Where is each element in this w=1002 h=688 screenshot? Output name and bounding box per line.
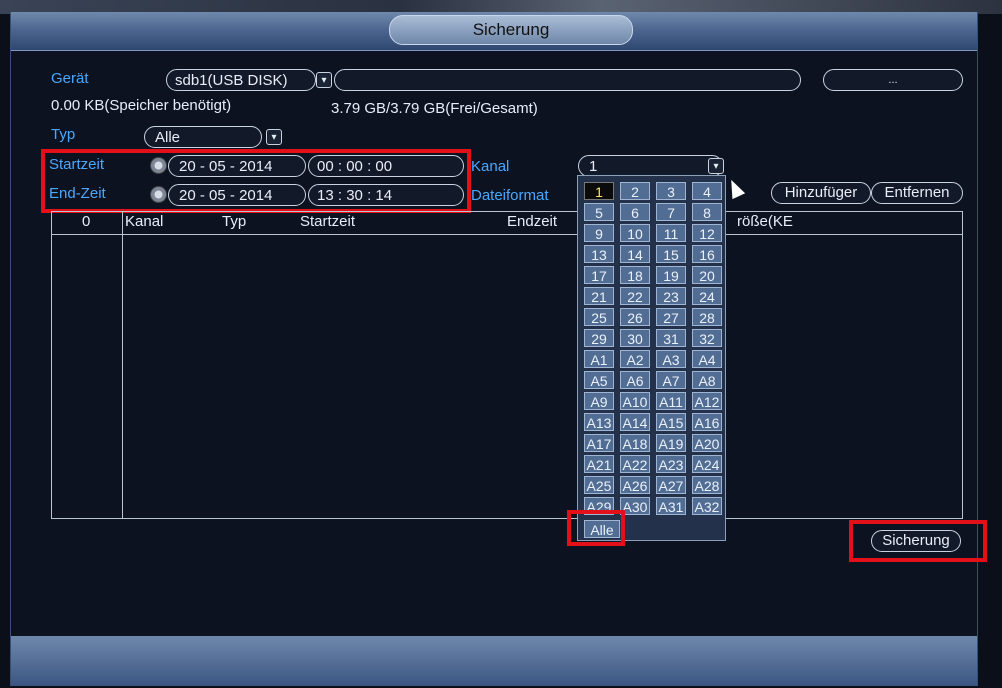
channel-option[interactable]: A8 bbox=[692, 371, 722, 389]
channel-option[interactable]: 29 bbox=[584, 329, 614, 347]
channel-option[interactable]: A7 bbox=[656, 371, 686, 389]
channel-option[interactable]: 21 bbox=[584, 287, 614, 305]
channel-option[interactable]: 1 bbox=[584, 182, 614, 200]
channel-option[interactable]: 26 bbox=[620, 308, 650, 326]
time-range-highlight bbox=[41, 149, 471, 213]
channel-option[interactable]: 12 bbox=[692, 224, 722, 242]
space-required-text: 0.00 KB(Speicher benötigt) bbox=[51, 97, 232, 114]
bottom-bar bbox=[11, 636, 977, 686]
column-channel[interactable]: Kanal bbox=[125, 213, 163, 230]
channel-option[interactable]: A3 bbox=[656, 350, 686, 368]
channel-option[interactable]: A26 bbox=[620, 476, 650, 494]
channel-option[interactable]: A9 bbox=[584, 392, 614, 410]
channel-option[interactable]: A22 bbox=[620, 455, 650, 473]
channel-option[interactable]: 15 bbox=[656, 245, 686, 263]
header-divider bbox=[52, 234, 962, 235]
mouse-cursor-icon bbox=[724, 176, 746, 200]
channel-option[interactable]: A25 bbox=[584, 476, 614, 494]
channel-label: Kanal bbox=[471, 158, 510, 175]
channel-option[interactable]: 4 bbox=[692, 182, 722, 200]
backup-window: Sicherung Gerät sdb1(USB DISK) ▾ ... 0.0… bbox=[10, 12, 987, 686]
column-start[interactable]: Startzeit bbox=[300, 213, 355, 230]
remove-button[interactable]: Entfernen bbox=[871, 182, 963, 204]
device-select[interactable]: sdb1(USB DISK) bbox=[166, 69, 316, 91]
channel-option[interactable]: 31 bbox=[656, 329, 686, 347]
device-path-field[interactable] bbox=[334, 69, 801, 91]
channel-option[interactable]: 17 bbox=[584, 266, 614, 284]
channel-option[interactable]: A13 bbox=[584, 413, 614, 431]
channel-option[interactable]: 11 bbox=[656, 224, 686, 242]
file-count: 0 bbox=[82, 213, 91, 230]
browse-button[interactable]: ... bbox=[823, 69, 963, 91]
channel-option[interactable]: A28 bbox=[692, 476, 722, 494]
title-bar: Sicherung bbox=[11, 12, 977, 51]
channel-option[interactable]: A4 bbox=[692, 350, 722, 368]
channel-option[interactable]: A16 bbox=[692, 413, 722, 431]
channel-option[interactable]: A27 bbox=[656, 476, 686, 494]
space-free-text: 3.79 GB/3.79 GB(Frei/Gesamt) bbox=[331, 100, 538, 117]
channel-option[interactable]: 22 bbox=[620, 287, 650, 305]
channel-option[interactable]: A6 bbox=[620, 371, 650, 389]
channel-select-value: 1 bbox=[589, 158, 598, 175]
channel-option[interactable]: 28 bbox=[692, 308, 722, 326]
file-table: 0 Kanal Typ Startzeit Endzeit röße(KE bbox=[51, 211, 963, 519]
channel-dropdown-list: 1 2 3 4 5 6 7 8 9 10 11 12 13 14 15 16 17 18 19 20 21 22 23 24 2… bbox=[577, 175, 726, 541]
channel-option[interactable]: A21 bbox=[584, 455, 614, 473]
channel-option[interactable]: A17 bbox=[584, 434, 614, 452]
file-format-label: Dateiformat bbox=[471, 187, 549, 204]
channel-select[interactable]: 1 bbox=[578, 155, 723, 177]
channel-option[interactable]: A19 bbox=[656, 434, 686, 452]
column-divider bbox=[122, 212, 123, 518]
channel-option[interactable]: 32 bbox=[692, 329, 722, 347]
channel-option[interactable]: 2 bbox=[620, 182, 650, 200]
window-title: Sicherung bbox=[389, 15, 633, 45]
channel-option[interactable]: 20 bbox=[692, 266, 722, 284]
channel-option[interactable]: 8 bbox=[692, 203, 722, 221]
channel-option[interactable]: A23 bbox=[656, 455, 686, 473]
type-select[interactable]: Alle bbox=[144, 126, 262, 148]
channel-option[interactable]: A2 bbox=[620, 350, 650, 368]
channel-option[interactable]: 24 bbox=[692, 287, 722, 305]
channel-option[interactable]: A12 bbox=[692, 392, 722, 410]
channel-option[interactable]: 23 bbox=[656, 287, 686, 305]
type-dropdown-arrow[interactable]: ▾ bbox=[266, 129, 282, 145]
column-end[interactable]: Endzeit bbox=[507, 213, 557, 230]
channel-option[interactable]: 18 bbox=[620, 266, 650, 284]
backup-button-highlight bbox=[849, 520, 987, 562]
channel-option[interactable]: A10 bbox=[620, 392, 650, 410]
channel-option[interactable]: A31 bbox=[656, 497, 686, 515]
device-label: Gerät bbox=[51, 70, 89, 87]
column-type[interactable]: Typ bbox=[222, 213, 246, 230]
device-dropdown-arrow[interactable]: ▾ bbox=[316, 72, 332, 88]
channel-option[interactable]: A18 bbox=[620, 434, 650, 452]
channel-option[interactable]: A20 bbox=[692, 434, 722, 452]
channel-option[interactable]: A15 bbox=[656, 413, 686, 431]
device-select-value: sdb1(USB DISK) bbox=[175, 72, 288, 89]
channel-option[interactable]: A5 bbox=[584, 371, 614, 389]
channel-option[interactable]: 30 bbox=[620, 329, 650, 347]
channel-option[interactable]: 27 bbox=[656, 308, 686, 326]
channel-option[interactable]: 7 bbox=[656, 203, 686, 221]
channel-option[interactable]: A24 bbox=[692, 455, 722, 473]
channel-option[interactable]: 14 bbox=[620, 245, 650, 263]
channel-option[interactable]: A32 bbox=[692, 497, 722, 515]
type-select-value: Alle bbox=[155, 129, 181, 146]
channel-option[interactable]: 9 bbox=[584, 224, 614, 242]
channel-option[interactable]: 16 bbox=[692, 245, 722, 263]
channel-option[interactable]: 25 bbox=[584, 308, 614, 326]
channel-option[interactable]: 6 bbox=[620, 203, 650, 221]
channel-option[interactable]: 10 bbox=[620, 224, 650, 242]
channel-option[interactable]: A14 bbox=[620, 413, 650, 431]
channel-option[interactable]: 19 bbox=[656, 266, 686, 284]
channel-option[interactable]: 5 bbox=[584, 203, 614, 221]
type-label: Typ bbox=[51, 126, 76, 143]
all-option-highlight bbox=[567, 510, 625, 546]
column-size[interactable]: röße(KE bbox=[737, 213, 793, 230]
channel-option[interactable]: 13 bbox=[584, 245, 614, 263]
channel-dropdown-arrow[interactable]: ▾ bbox=[708, 158, 724, 174]
channel-option[interactable]: A1 bbox=[584, 350, 614, 368]
channel-option[interactable]: 3 bbox=[656, 182, 686, 200]
channel-option[interactable]: A11 bbox=[656, 392, 686, 410]
add-button[interactable]: Hinzufüger bbox=[771, 182, 871, 204]
